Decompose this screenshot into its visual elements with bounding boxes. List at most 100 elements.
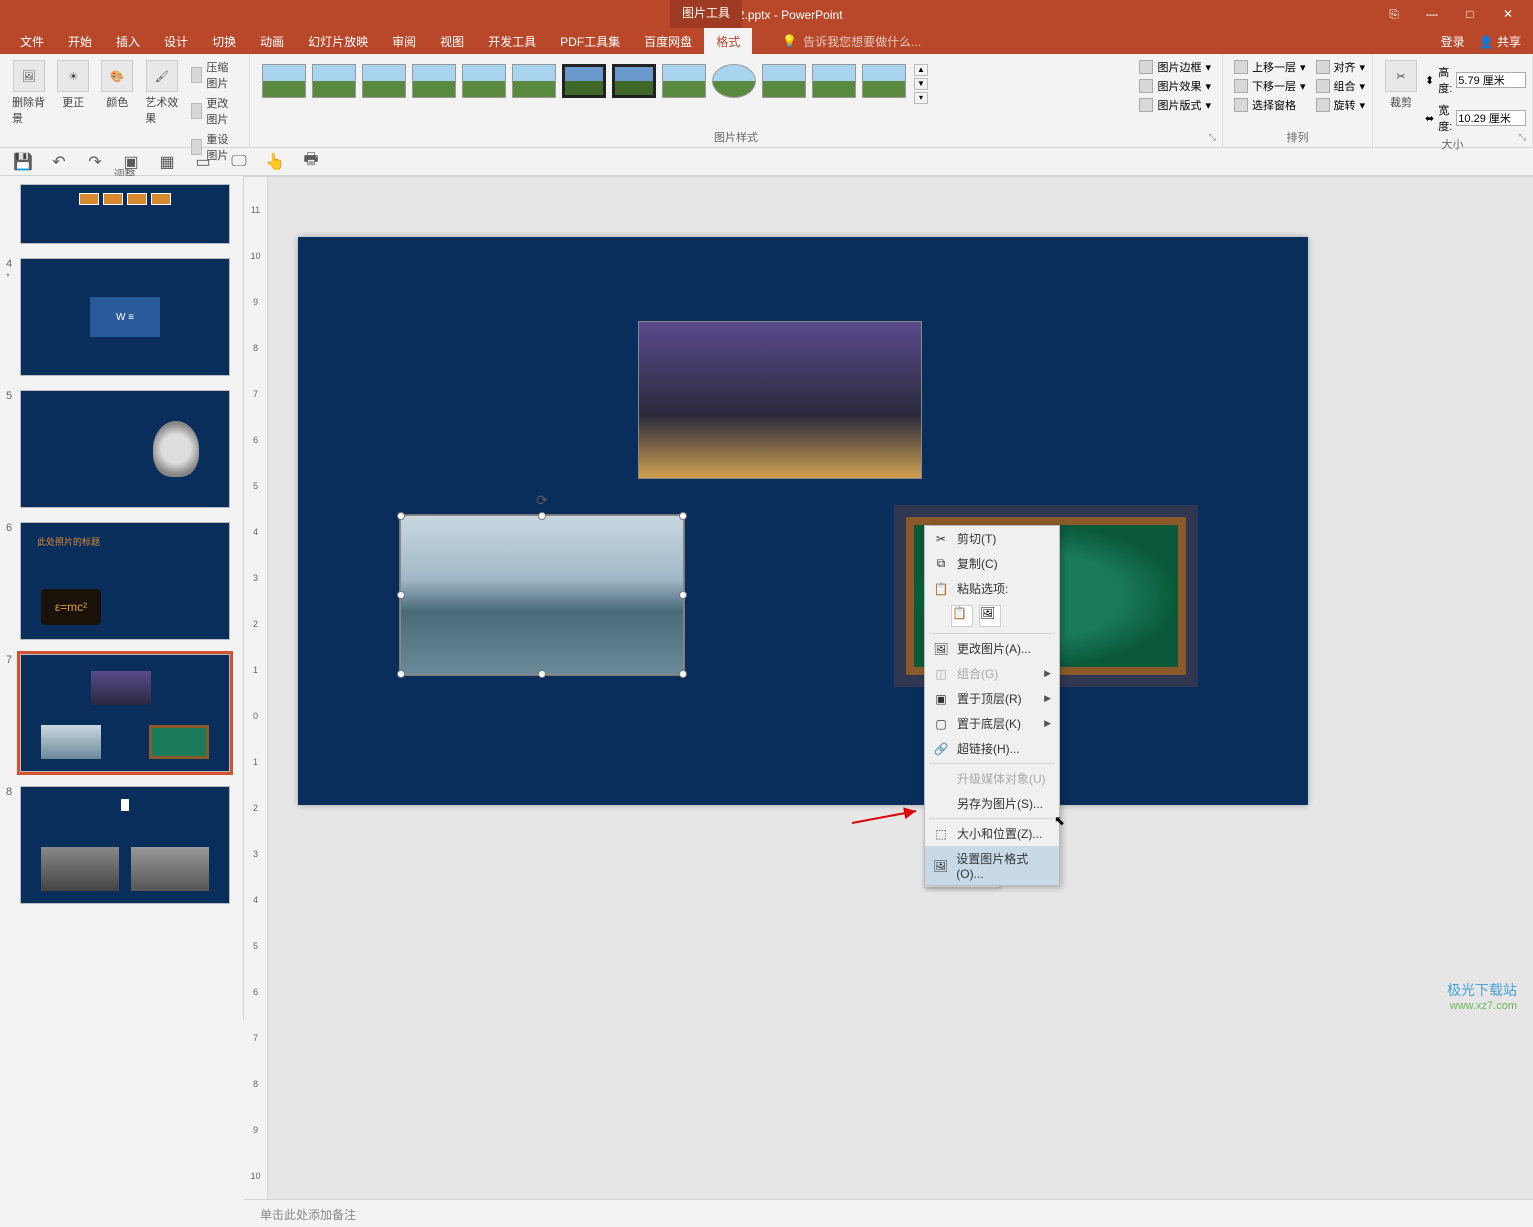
vertical-ruler[interactable]: 1110987654321012345678910 — [244, 177, 268, 1199]
resize-handle-t[interactable] — [538, 512, 546, 520]
gallery-more-button[interactable]: ▾ — [914, 92, 928, 104]
style-thumb-3[interactable] — [362, 64, 406, 98]
cm-copy[interactable]: ⧉复制(C) — [925, 551, 1059, 576]
height-input[interactable] — [1456, 72, 1526, 88]
emc2-formula: ε=mc² — [41, 589, 101, 625]
picture-style-gallery[interactable]: ▲ ▼ ▾ — [258, 58, 1126, 110]
tab-animations[interactable]: 动画 — [248, 28, 296, 55]
crop-button[interactable]: ✂ 裁剪 — [1381, 58, 1421, 112]
cm-change-picture[interactable]: 🖼更改图片(A)... — [925, 636, 1059, 661]
slide-thumb-5[interactable] — [20, 390, 230, 508]
start-from-beginning-button[interactable]: ▭ — [194, 153, 212, 171]
tab-transitions[interactable]: 切换 — [200, 28, 248, 55]
resize-handle-br[interactable] — [679, 670, 687, 678]
picture-layout-button[interactable]: 图片版式 ▾ — [1136, 96, 1214, 114]
paste-option-2[interactable]: 🖼 — [979, 605, 1001, 627]
slide-thumb-8[interactable] — [20, 786, 230, 904]
artistic-effects-button[interactable]: 🖌 艺术效果 — [141, 58, 182, 128]
bring-forward-button[interactable]: 上移一层 ▾ — [1231, 58, 1309, 76]
resize-handle-bl[interactable] — [397, 670, 405, 678]
redo-button[interactable]: ↷ — [86, 153, 104, 171]
qat-button-5[interactable]: ▦ — [158, 153, 176, 171]
style-thumb-7[interactable] — [562, 64, 606, 98]
size-dialog-launcher[interactable]: ⤡ — [1517, 132, 1528, 143]
close-button[interactable]: ✕ — [1493, 4, 1523, 24]
ribbon-display-options-button[interactable]: ⎘ — [1379, 4, 1409, 24]
cm-send-to-back[interactable]: ▢置于底层(K)▶ — [925, 711, 1059, 736]
slide-thumb-3[interactable] — [20, 184, 230, 244]
cm-format-picture[interactable]: 🖼设置图片格式(O)... — [925, 846, 1059, 885]
style-thumb-1[interactable] — [262, 64, 306, 98]
gallery-scroll-up[interactable]: ▲ — [914, 64, 928, 76]
picture-effects-button[interactable]: 图片效果 ▾ — [1136, 77, 1214, 95]
align-button[interactable]: 对齐 ▾ — [1313, 58, 1369, 76]
style-thumb-8[interactable] — [612, 64, 656, 98]
resize-handle-tl[interactable] — [397, 512, 405, 520]
resize-handle-b[interactable] — [538, 670, 546, 678]
city-night-image[interactable] — [638, 321, 922, 479]
tab-home[interactable]: 开始 — [56, 28, 104, 55]
tab-view[interactable]: 视图 — [428, 28, 476, 55]
maximize-button[interactable]: □ — [1455, 4, 1485, 24]
tab-review[interactable]: 审阅 — [380, 28, 428, 55]
resize-handle-l[interactable] — [397, 591, 405, 599]
cm-bring-to-front[interactable]: ▣置于顶层(R)▶ — [925, 686, 1059, 711]
gallery-scroll-down[interactable]: ▼ — [914, 78, 928, 90]
slide-thumbnail-panel[interactable]: 4 * W ≡ 5 6 此处照片的标题 ε=mc² 7 — [0, 176, 244, 1020]
slideshow-button[interactable]: 🖵 — [230, 153, 248, 171]
save-button[interactable]: 💾 — [14, 153, 32, 171]
remove-background-button[interactable]: 🖼 删除背景 — [8, 58, 49, 128]
rotate-button[interactable]: 旋转 ▾ — [1313, 96, 1369, 114]
send-backward-button[interactable]: 下移一层 ▾ — [1231, 77, 1309, 95]
tab-developer[interactable]: 开发工具 — [476, 28, 548, 55]
cm-size-and-position[interactable]: ⬚大小和位置(Z)... — [925, 821, 1059, 846]
slide-thumb-7[interactable] — [20, 654, 230, 772]
group-button[interactable]: 组合 ▾ — [1313, 77, 1369, 95]
tab-format[interactable]: 格式 — [704, 28, 752, 55]
tab-file[interactable]: 文件 — [8, 28, 56, 55]
tab-pdf-tools[interactable]: PDF工具集 — [548, 28, 632, 55]
style-thumb-10[interactable] — [712, 64, 756, 98]
style-thumb-11[interactable] — [762, 64, 806, 98]
cm-hyperlink[interactable]: 🔗超链接(H)... — [925, 736, 1059, 761]
color-button[interactable]: 🎨 颜色 — [97, 58, 137, 112]
style-thumb-9[interactable] — [662, 64, 706, 98]
notes-pane[interactable]: 单击此处添加备注 — [244, 1199, 1533, 1227]
style-thumb-5[interactable] — [462, 64, 506, 98]
mountain-lake-image[interactable]: ⟳ — [400, 515, 684, 675]
selection-pane-button[interactable]: 选择窗格 — [1231, 96, 1309, 114]
picture-styles-dialog-launcher[interactable]: ⤡ — [1207, 132, 1218, 143]
slide-canvas[interactable]: ⟳ — [298, 237, 1308, 805]
slide-thumb-4[interactable]: W ≡ — [20, 258, 230, 376]
change-picture-button[interactable]: 更改图片 — [187, 94, 241, 128]
corrections-button[interactable]: ☀ 更正 — [53, 58, 93, 112]
cm-cut[interactable]: ✂剪切(T) — [925, 526, 1059, 551]
style-thumb-4[interactable] — [412, 64, 456, 98]
width-input[interactable] — [1456, 110, 1526, 126]
picture-border-button[interactable]: 图片边框 ▾ — [1136, 58, 1214, 76]
quick-print-button[interactable]: 🖶 — [302, 153, 320, 171]
style-thumb-13[interactable] — [862, 64, 906, 98]
cm-save-as-picture[interactable]: 另存为图片(S)... — [925, 791, 1059, 816]
share-button[interactable]: 👤 共享 — [1479, 33, 1521, 50]
style-thumb-2[interactable] — [312, 64, 356, 98]
style-thumb-12[interactable] — [812, 64, 856, 98]
minimize-button[interactable]: — — [1417, 4, 1447, 24]
slide-thumb-6[interactable]: 此处照片的标题 ε=mc² — [20, 522, 230, 640]
style-thumb-6[interactable] — [512, 64, 556, 98]
resize-handle-tr[interactable] — [679, 512, 687, 520]
rotation-handle[interactable]: ⟳ — [536, 492, 548, 509]
touch-mode-button[interactable]: 👆 — [266, 153, 284, 171]
undo-button[interactable]: ↶ — [50, 153, 68, 171]
slide-canvas-viewport[interactable]: ⟳ ✂剪切(T) ⧉复制(C) — [268, 177, 1533, 1199]
compress-pictures-button[interactable]: 压缩图片 — [187, 58, 241, 92]
tab-baidu-netdisk[interactable]: 百度网盘 — [632, 28, 704, 55]
tell-me-search[interactable]: 💡 告诉我您想要做什么... — [782, 33, 921, 50]
tab-insert[interactable]: 插入 — [104, 28, 152, 55]
qat-button-4[interactable]: ▣ — [122, 153, 140, 171]
resize-handle-r[interactable] — [679, 591, 687, 599]
tab-slideshow[interactable]: 幻灯片放映 — [296, 28, 380, 55]
paste-option-1[interactable]: 📋 — [951, 605, 973, 627]
tab-design[interactable]: 设计 — [152, 28, 200, 55]
sign-in-button[interactable]: 登录 — [1441, 33, 1465, 50]
